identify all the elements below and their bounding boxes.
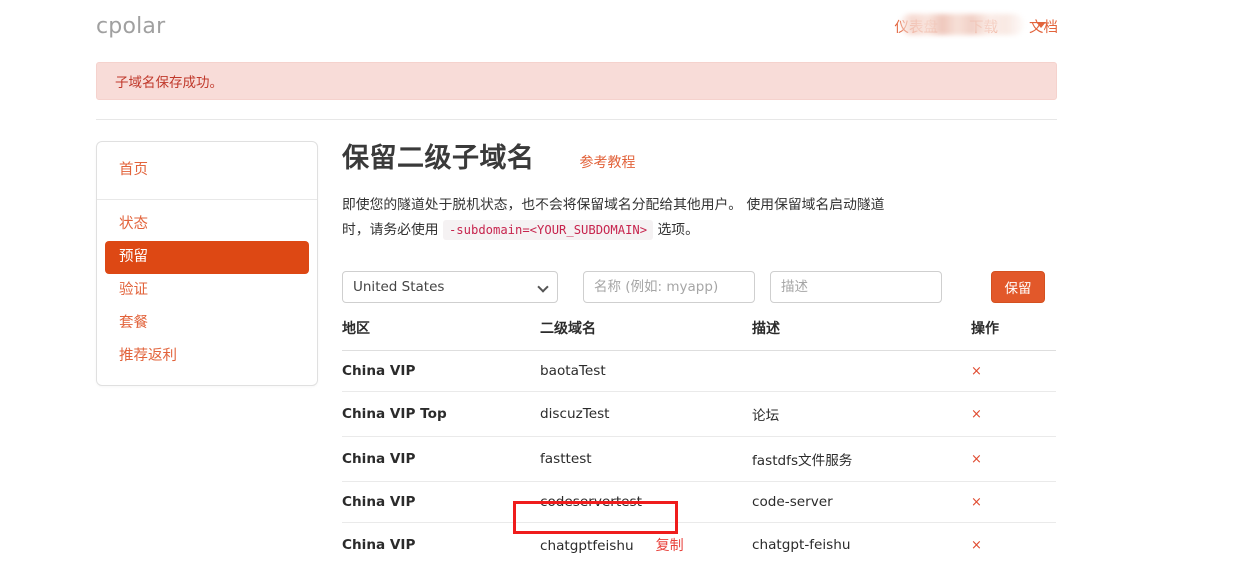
region-select-wrap: United StatesChina VIPChina VIP Top bbox=[342, 271, 558, 303]
sidebar-home-section: 首页 bbox=[97, 142, 317, 200]
column-header-desc: 描述 bbox=[752, 318, 971, 351]
delete-icon[interactable]: × bbox=[971, 495, 982, 510]
table-body: China VIP baotaTest × China VIP Top disc… bbox=[342, 350, 1056, 567]
subdomain-name-input[interactable] bbox=[583, 271, 755, 303]
subdomain-value: fasttest bbox=[540, 451, 592, 467]
success-alert: 子域名保存成功。 bbox=[96, 62, 1057, 100]
cell-subdomain: chatgptfeishu 复制 bbox=[540, 522, 752, 567]
cell-region: China VIP bbox=[342, 522, 540, 567]
main-content: 保留二级子域名 参考教程 即使您的隧道处于脱机状态，也不会将保留域名分配给其他用… bbox=[342, 136, 1058, 567]
brand-logo[interactable]: cpolar bbox=[96, 14, 165, 39]
sidebar-item-verify[interactable]: 验证 bbox=[105, 274, 309, 307]
chevron-down-icon[interactable] bbox=[1036, 21, 1046, 28]
table-row: China VIP fasttest fastdfs文件服务 × bbox=[342, 436, 1056, 482]
cell-subdomain: discuzTest bbox=[540, 391, 752, 437]
description-text-part2: 选项。 bbox=[653, 222, 699, 238]
cell-region: China VIP Top bbox=[342, 391, 540, 437]
cell-desc: code-server bbox=[752, 481, 971, 523]
cell-region: China VIP bbox=[342, 350, 540, 392]
cell-region: China VIP bbox=[342, 481, 540, 523]
sidebar-item-referral[interactable]: 推荐返利 bbox=[105, 340, 309, 373]
subdomain-value: discuzTest bbox=[540, 406, 610, 422]
cell-action: × bbox=[971, 436, 1056, 482]
title-row: 保留二级子域名 参考教程 bbox=[342, 136, 1058, 175]
column-header-action: 操作 bbox=[971, 318, 1056, 351]
cell-subdomain: codeservertest bbox=[540, 481, 752, 523]
cell-action: × bbox=[971, 522, 1056, 567]
subdomain-value: baotaTest bbox=[540, 363, 606, 379]
cell-action: × bbox=[971, 391, 1056, 437]
sidebar-item-plan[interactable]: 套餐 bbox=[105, 307, 309, 340]
sidebar-item-home[interactable]: 首页 bbox=[105, 154, 309, 187]
account-menu[interactable] bbox=[900, 14, 1046, 35]
cell-desc bbox=[752, 350, 971, 392]
region-select[interactable]: United StatesChina VIPChina VIP Top bbox=[342, 271, 558, 303]
sidebar: 首页 状态 预留 验证 套餐 推荐返利 bbox=[96, 141, 318, 386]
delete-icon[interactable]: × bbox=[971, 364, 982, 379]
cell-action: × bbox=[971, 481, 1056, 523]
column-header-region: 地区 bbox=[342, 318, 540, 351]
site-header: cpolar 仪表盘 下载 文档 bbox=[0, 0, 1258, 50]
delete-icon[interactable]: × bbox=[971, 407, 982, 422]
reserve-submit-button[interactable]: 保留 bbox=[991, 271, 1045, 303]
table-header-row: 地区 二级域名 描述 操作 bbox=[342, 318, 1056, 351]
alert-message: 子域名保存成功。 bbox=[115, 75, 223, 91]
reserve-form: United StatesChina VIPChina VIP Top 保留 bbox=[342, 271, 1045, 303]
cell-subdomain: baotaTest bbox=[540, 350, 752, 392]
cell-desc: 论坛 bbox=[752, 391, 971, 437]
table-row: China VIP Top discuzTest 论坛 × bbox=[342, 391, 1056, 437]
delete-icon[interactable]: × bbox=[971, 452, 982, 467]
reserved-subdomains-table: 地区 二级域名 描述 操作 China VIP baotaTest × Chin… bbox=[342, 318, 1056, 567]
page-title: 保留二级子域名 bbox=[342, 143, 535, 174]
column-header-subdomain: 二级域名 bbox=[540, 318, 752, 351]
header-divider bbox=[96, 119, 1057, 120]
subdomain-desc-input[interactable] bbox=[770, 271, 942, 303]
cell-action: × bbox=[971, 350, 1056, 392]
delete-icon[interactable]: × bbox=[971, 538, 982, 553]
cell-subdomain: fasttest bbox=[540, 436, 752, 482]
page-description: 即使您的隧道处于脱机状态，也不会将保留域名分配给其他用户。 使用保留域名启动隧道… bbox=[342, 193, 912, 243]
cell-desc: chatgpt-feishu bbox=[752, 522, 971, 567]
page-root: cpolar 仪表盘 下载 文档 子域名保存成功。 首页 状态 预留 验证 套餐… bbox=[0, 0, 1258, 567]
table-row: China VIP codeservertest code-server × bbox=[342, 481, 1056, 523]
sidebar-item-reserved[interactable]: 预留 bbox=[105, 241, 309, 274]
account-name-redacted bbox=[900, 14, 1024, 35]
cell-desc: fastdfs文件服务 bbox=[752, 436, 971, 482]
sidebar-item-status[interactable]: 状态 bbox=[105, 208, 309, 241]
subdomain-value: codeservertest bbox=[540, 494, 642, 510]
sidebar-menu: 状态 预留 验证 套餐 推荐返利 bbox=[97, 200, 317, 385]
cell-region: China VIP bbox=[342, 436, 540, 482]
copy-link[interactable]: 复制 bbox=[656, 538, 684, 554]
tutorial-link[interactable]: 参考教程 bbox=[580, 152, 636, 172]
table-row: China VIP baotaTest × bbox=[342, 350, 1056, 392]
subdomain-value: chatgptfeishu bbox=[540, 538, 634, 554]
table-row: China VIP chatgptfeishu 复制 chatgpt-feishu… bbox=[342, 522, 1056, 567]
subdomain-flag-code: -subdomain=<YOUR_SUBDOMAIN> bbox=[442, 220, 654, 240]
